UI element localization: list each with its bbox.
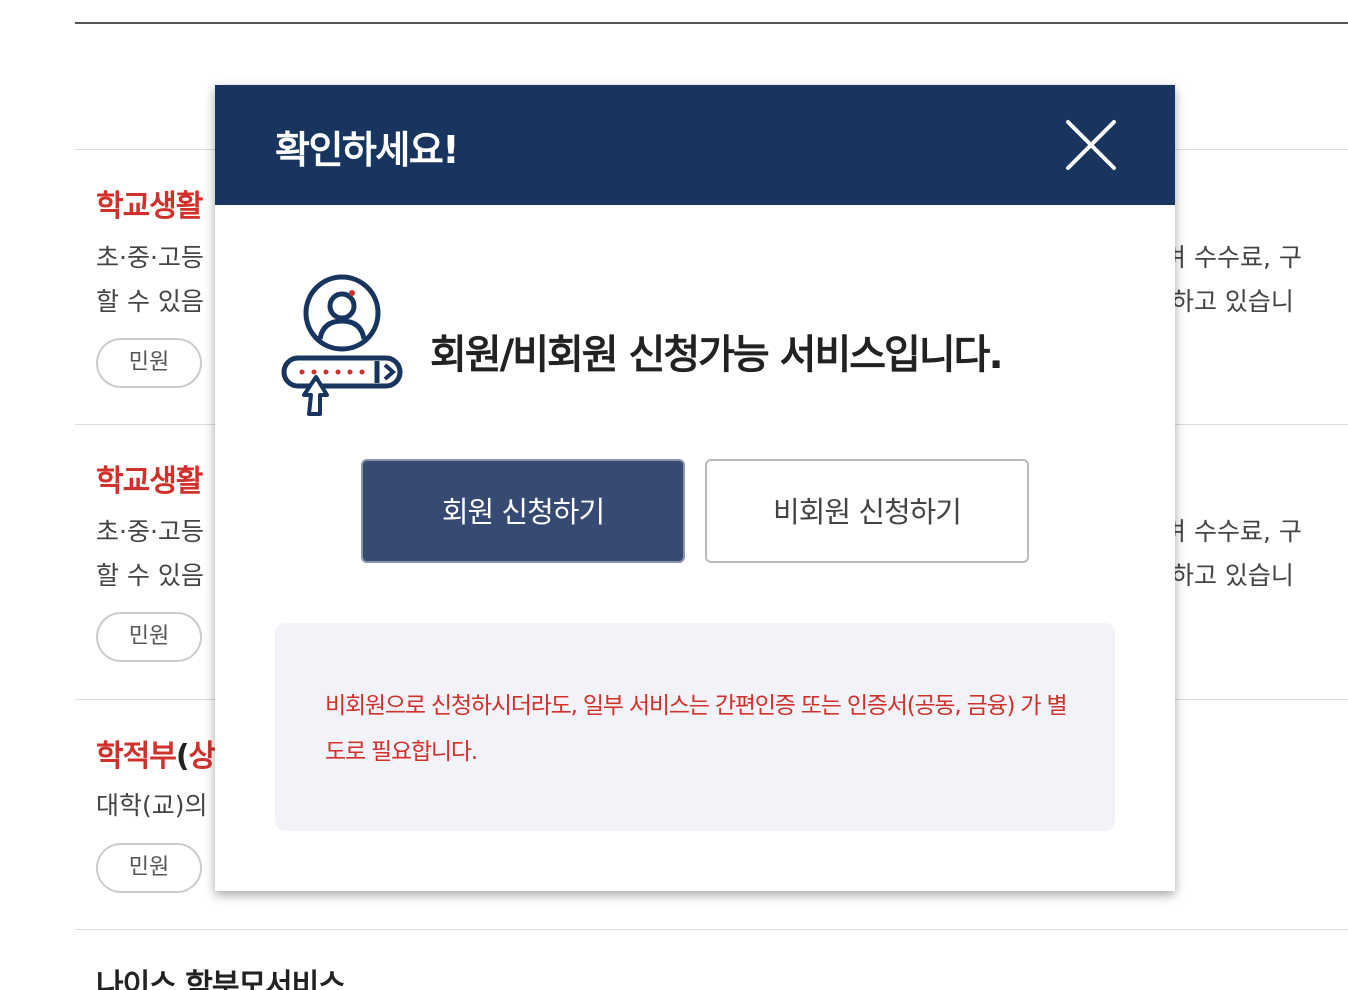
modal-title: 확인하세요!: [275, 128, 460, 172]
result-desc-line: 할 수 있음: [96, 561, 204, 590]
result-desc-line: 초·중·고등: [96, 517, 204, 546]
page: 학교생활 초·중·고등 할 수 있음 르며 수수료, 구 서 하고 있습니 민원…: [0, 0, 1348, 990]
result-title-part: (: [175, 739, 190, 774]
close-button[interactable]: [1061, 115, 1121, 175]
member-apply-button[interactable]: 회원 신청하기: [361, 459, 685, 563]
result-title[interactable]: 학교생활: [96, 181, 203, 225]
result-desc-line: 대학(교)의: [96, 791, 208, 820]
top-divider: [75, 22, 1348, 24]
result-desc-line: 초·중·고등: [96, 243, 204, 272]
user-login-icon: [281, 274, 403, 416]
result-title[interactable]: 나이스 학부모서비스: [96, 960, 346, 990]
category-tag[interactable]: 민원: [96, 843, 202, 893]
result-desc-line: 할 수 있음: [96, 287, 204, 316]
notice-box: 비회원으로 신청하시더라도, 일부 서비스는 간편인증 또는 인증서(공동, 금…: [275, 623, 1115, 831]
row-divider: [75, 929, 1348, 930]
modal-header: 확인하세요!: [215, 85, 1175, 205]
confirm-modal: 확인하세요! 회원/비회원 신청가능 서비스입니다. 회원 신청하기 비회원 신…: [215, 85, 1175, 891]
guest-apply-button[interactable]: 비회원 신청하기: [705, 459, 1029, 563]
close-icon: [1066, 120, 1116, 170]
notice-text: 비회원으로 신청하시더라도, 일부 서비스는 간편인증 또는 인증서(공동, 금…: [325, 693, 1068, 765]
result-title-part: 학적부: [96, 739, 177, 774]
result-title[interactable]: 학교생활: [96, 456, 203, 500]
modal-message: 회원/비회원 신청가능 서비스입니다.: [430, 332, 1004, 378]
result-title[interactable]: 학적부(상: [96, 731, 217, 775]
result-title-part: 상: [188, 739, 217, 774]
category-tag[interactable]: 민원: [96, 338, 202, 388]
category-tag[interactable]: 민원: [96, 612, 202, 662]
